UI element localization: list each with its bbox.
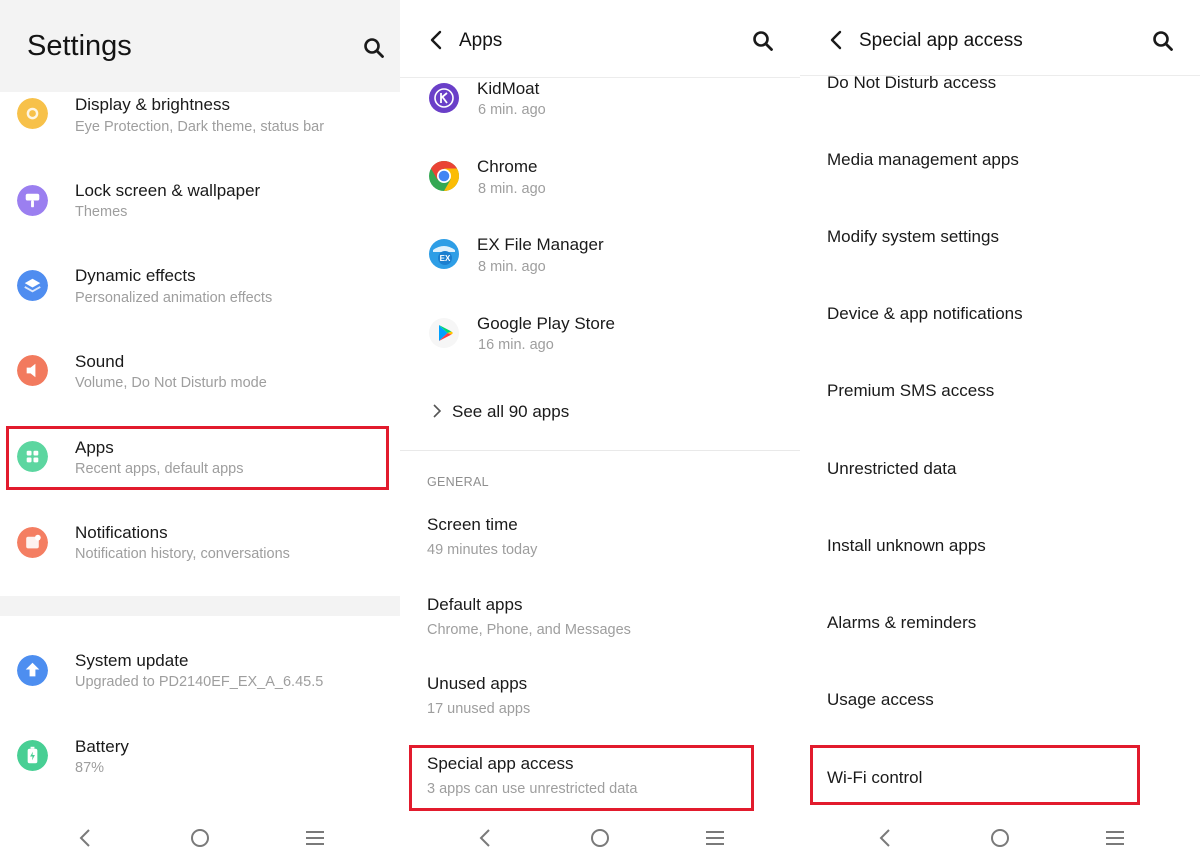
apps-item-unused-apps[interactable]: Unused apps 17 unused apps <box>427 674 787 717</box>
nav-menu-icon[interactable] <box>1105 829 1125 847</box>
settings-panel: Settings Display & brightness Eye Protec… <box>0 0 400 860</box>
access-item-alarms-reminders[interactable]: Alarms & reminders <box>827 613 976 633</box>
apps-item-subtitle: 49 minutes today <box>427 542 538 558</box>
access-item-unrestricted-data[interactable]: Unrestricted data <box>827 459 956 479</box>
app-item-chrome[interactable]: Chrome 8 min. ago <box>400 156 800 226</box>
settings-item-sound[interactable]: Sound Volume, Do Not Disturb mode <box>0 350 400 430</box>
google-play-store-icon <box>429 318 459 348</box>
apps-item-title: Screen time <box>427 515 518 534</box>
access-item-modify-system-settings[interactable]: Modify system settings <box>827 227 999 247</box>
settings-header: Settings <box>0 0 400 92</box>
battery-icon <box>17 740 48 771</box>
back-arrow-icon[interactable] <box>426 29 448 51</box>
settings-item-subtitle: Eye Protection, Dark theme, status bar <box>75 119 325 135</box>
apps-item-screen-time[interactable]: Screen time 49 minutes today <box>427 515 787 558</box>
settings-item-dynamic-effects[interactable]: Dynamic effects Personalized animation e… <box>0 264 400 344</box>
nav-home-icon[interactable] <box>590 828 610 848</box>
app-name: Chrome <box>477 157 538 176</box>
app-item-ex-file-manager[interactable]: EX EX File Manager 8 min. ago <box>400 234 800 304</box>
navigation-bar <box>0 818 400 858</box>
page-title: Settings <box>27 30 132 62</box>
system-update-icon <box>17 655 48 686</box>
chrome-icon <box>429 161 460 191</box>
apps-item-title: Unused apps <box>427 674 528 693</box>
apps-panel: KidMoat 6 min. ago Chrome 8 min. ago EX … <box>400 0 800 860</box>
ex-file-manager-icon: EX <box>429 239 459 269</box>
special-app-access-panel: Do Not Disturb access Media management a… <box>800 0 1200 860</box>
app-name: EX File Manager <box>477 235 604 254</box>
special-access-header: Special app access <box>800 0 1200 76</box>
kidmoat-icon <box>429 83 459 113</box>
search-icon[interactable] <box>1151 29 1175 53</box>
nav-menu-icon[interactable] <box>305 829 325 847</box>
notifications-icon <box>17 527 48 558</box>
search-icon[interactable] <box>751 29 775 53</box>
access-item-do-not-disturb[interactable]: Do Not Disturb access <box>827 73 996 93</box>
settings-item-system-update[interactable]: System update Upgraded to PD2140EF_EX_A_… <box>0 649 400 729</box>
settings-item-title: Sound <box>75 352 125 371</box>
page-title: Special app access <box>859 30 1023 51</box>
access-item-usage-access[interactable]: Usage access <box>827 690 934 710</box>
see-all-apps-label: See all 90 apps <box>452 402 570 421</box>
access-item-premium-sms[interactable]: Premium SMS access <box>827 381 994 401</box>
dynamic-effects-icon <box>17 270 48 301</box>
page-title: Apps <box>459 30 503 51</box>
apps-item-default-apps[interactable]: Default apps Chrome, Phone, and Messages <box>427 595 787 638</box>
app-last-used: 8 min. ago <box>478 259 546 275</box>
nav-home-icon[interactable] <box>990 828 1010 848</box>
nav-back-icon[interactable] <box>477 828 493 848</box>
sound-icon <box>17 355 48 386</box>
app-name: KidMoat <box>477 79 540 98</box>
nav-back-icon[interactable] <box>877 828 893 848</box>
settings-item-subtitle: Upgraded to PD2140EF_EX_A_6.45.5 <box>75 674 324 690</box>
nav-menu-icon[interactable] <box>705 829 725 847</box>
nav-home-icon[interactable] <box>190 828 210 848</box>
navigation-bar <box>800 818 1200 858</box>
nav-back-icon[interactable] <box>77 828 93 848</box>
settings-item-subtitle: Volume, Do Not Disturb mode <box>75 375 267 391</box>
access-item-device-app-notifications[interactable]: Device & app notifications <box>827 304 1023 324</box>
highlight-box-wifi-control <box>810 745 1140 805</box>
navigation-bar <box>400 818 800 858</box>
divider <box>400 450 800 451</box>
settings-item-title: Display & brightness <box>75 95 230 114</box>
search-icon[interactable] <box>362 36 386 60</box>
settings-item-lock-screen[interactable]: Lock screen & wallpaper Themes <box>0 178 400 258</box>
chevron-right-icon <box>433 404 442 418</box>
section-label-general: GENERAL <box>427 475 489 489</box>
settings-item-subtitle: Notification history, conversations <box>75 546 290 562</box>
back-arrow-icon[interactable] <box>826 29 848 51</box>
app-item-kidmoat[interactable]: KidMoat 6 min. ago <box>400 78 800 148</box>
settings-item-title: Battery <box>75 737 129 756</box>
apps-item-subtitle: Chrome, Phone, and Messages <box>427 622 631 638</box>
settings-item-subtitle: Themes <box>75 204 128 220</box>
apps-header: Apps <box>400 0 800 78</box>
settings-item-subtitle: Personalized animation effects <box>75 290 273 306</box>
app-last-used: 6 min. ago <box>478 102 546 118</box>
settings-item-subtitle: 87% <box>75 760 105 776</box>
svg-text:EX: EX <box>440 254 451 263</box>
display-brightness-icon <box>17 98 48 129</box>
access-item-install-unknown-apps[interactable]: Install unknown apps <box>827 536 986 556</box>
section-separator <box>0 596 400 616</box>
settings-item-title: Notifications <box>75 523 168 542</box>
highlight-box-special-app-access <box>409 745 754 811</box>
app-name: Google Play Store <box>477 314 615 333</box>
settings-item-display-brightness[interactable]: Display & brightness Eye Protection, Dar… <box>0 92 400 172</box>
app-last-used: 16 min. ago <box>478 337 554 353</box>
settings-item-battery[interactable]: Battery 87% <box>0 735 400 815</box>
settings-item-title: Lock screen & wallpaper <box>75 181 261 200</box>
app-last-used: 8 min. ago <box>478 181 546 197</box>
apps-item-title: Default apps <box>427 595 523 614</box>
settings-item-title: System update <box>75 651 189 670</box>
app-item-google-play-store[interactable]: Google Play Store 16 min. ago <box>400 313 800 383</box>
settings-item-notifications[interactable]: Notifications Notification history, conv… <box>0 521 400 601</box>
highlight-box-apps <box>6 426 389 490</box>
access-item-media-management[interactable]: Media management apps <box>827 150 1019 170</box>
lock-screen-wallpaper-icon <box>17 185 48 216</box>
settings-item-title: Dynamic effects <box>75 266 196 285</box>
apps-item-subtitle: 17 unused apps <box>427 701 531 717</box>
